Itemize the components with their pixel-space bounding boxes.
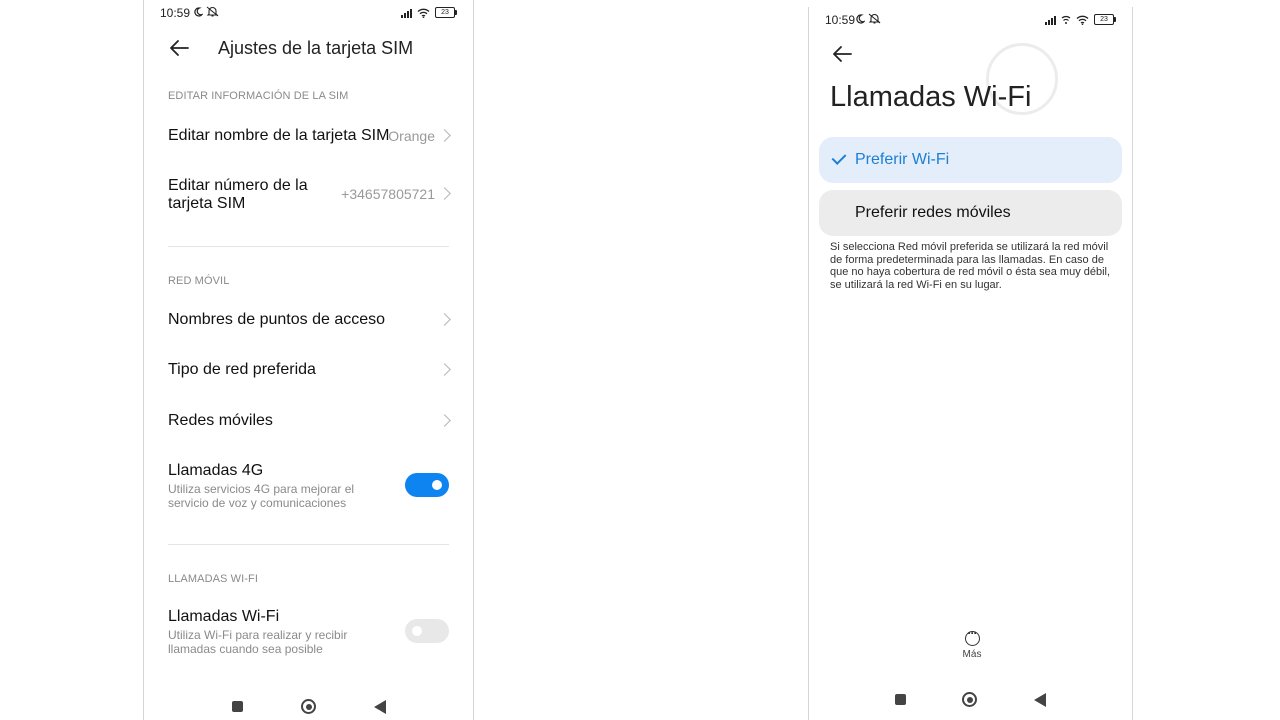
back-button[interactable] [1034,693,1046,707]
wifi-calling-description: Utiliza Wi-Fi para realizar y recibir ll… [168,628,348,656]
option-label: Preferir redes móviles [855,204,1011,221]
calls-4g-description: Utiliza servicios 4G para mejorar el ser… [168,482,355,510]
moon-icon [194,6,203,17]
edit-sim-number-label: Editar número de la tarjeta SIM [168,177,308,212]
section-header-sim-info: EDITAR INFORMACIÓN DE LA SIM [168,90,349,102]
calls-4g-label: Llamadas 4G [168,462,264,479]
status-bar: 10:59 23 [144,0,473,26]
wifi-calling-row: Llamadas Wi-Fi Utiliza Wi-Fi para realiz… [144,606,473,662]
wifi-icon [1076,15,1089,25]
option-label: Preferir Wi-Fi [855,151,950,168]
battery-icon: 23 [435,7,457,18]
wifi-calling-toggle[interactable] [405,619,449,643]
moon-icon [856,13,865,24]
sim-name-value: Orange [388,128,435,144]
more-label: Más [962,649,982,660]
signal-icon [401,8,412,18]
section-header-wifi-calls: LLAMADAS WI-FI [168,573,259,585]
status-bar: 10:59 23 [809,7,1132,33]
back-arrow-icon[interactable] [831,44,853,64]
more-button[interactable]: Más [961,626,983,660]
edit-sim-name-label: Editar nombre de la tarjeta SIM [168,127,390,144]
navigation-bar [144,696,473,720]
sim-settings-screen: 10:59 23 Ajustes de la tarjeta SIM EDITA… [143,0,474,720]
divider [168,246,449,247]
recents-button[interactable] [895,694,906,705]
more-options-icon [964,626,980,646]
battery-icon: 23 [1094,14,1116,25]
edit-sim-name-row[interactable]: Editar nombre de la tarjeta SIM Orange [144,118,473,154]
edit-sim-number-row[interactable]: Editar número de la tarjeta SIM +3465780… [144,172,473,218]
wifi-calling-description: Si selecciona Red móvil preferida se uti… [830,241,1111,291]
chevron-right-icon [438,129,451,142]
page-title: Llamadas Wi-Fi [830,81,1032,113]
status-time: 10:59 [825,13,856,27]
notifications-off-icon [206,6,219,17]
home-button[interactable] [301,699,316,714]
checkmark-icon [831,150,847,165]
apn-label: Nombres de puntos de acceso [168,311,386,328]
calls-4g-toggle[interactable] [405,473,449,497]
calls-4g-row: Llamadas 4G Utiliza servicios 4G para me… [144,460,473,516]
signal-icon [1045,15,1056,25]
sim-number-value: +34657805721 [341,186,435,202]
preferred-network-row[interactable]: Tipo de red preferida [144,352,473,388]
wifi-calling-screen: 10:59 23 Llamadas Wi-Fi Preferir Wi-Fi P… [808,7,1133,720]
chevron-right-icon [438,414,451,427]
notifications-off-icon [868,13,881,24]
preferred-network-label: Tipo de red preferida [168,361,316,378]
mobile-networks-label: Redes móviles [168,412,273,429]
chevron-right-icon [438,187,451,200]
option-prefer-mobile[interactable]: Preferir redes móviles [819,190,1122,236]
navigation-bar [809,689,1132,713]
option-prefer-wifi[interactable]: Preferir Wi-Fi [819,137,1122,183]
chevron-right-icon [438,313,451,326]
wifi-calling-status-icon [1061,15,1071,24]
divider [168,544,449,545]
page-title: Ajustes de la tarjeta SIM [218,38,414,58]
chevron-right-icon [438,363,451,376]
wifi-icon [417,8,430,18]
back-button[interactable] [374,700,386,714]
back-arrow-icon[interactable] [168,38,190,58]
recents-button[interactable] [232,701,243,712]
wifi-calling-label: Llamadas Wi-Fi [168,608,280,625]
mobile-networks-row[interactable]: Redes móviles [144,403,473,439]
apn-row[interactable]: Nombres de puntos de acceso [144,302,473,338]
status-time: 10:59 [160,6,191,20]
section-header-mobile-network: RED MÓVIL [168,275,230,287]
home-button[interactable] [962,692,977,707]
